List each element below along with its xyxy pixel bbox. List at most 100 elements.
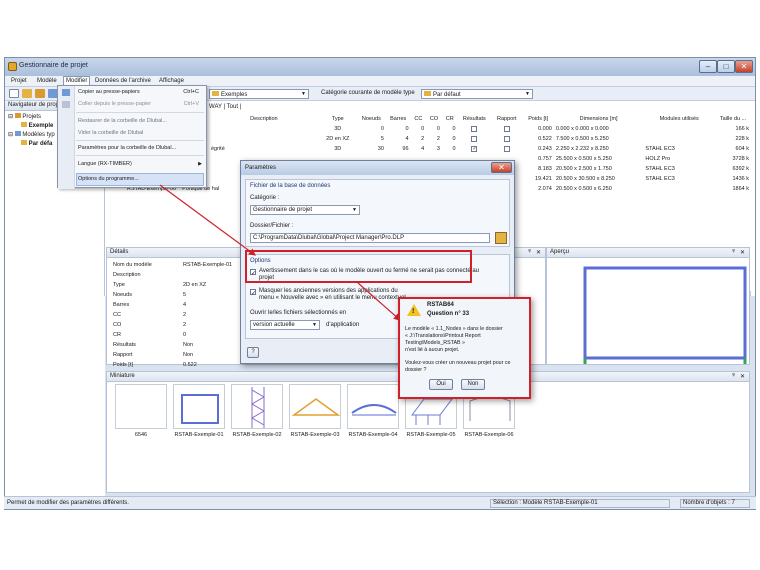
col-co[interactable]: CO (426, 114, 442, 124)
results-checkbox: ✓ (471, 145, 478, 152)
dialog-close-button[interactable]: ✕ (491, 162, 512, 173)
cell-w: 2.074 (538, 186, 552, 192)
thumbnail-2[interactable] (231, 384, 283, 429)
col-resultats[interactable]: Résultats (458, 114, 492, 124)
menu-item-copy[interactable]: Copier au presse-papiers (78, 89, 140, 95)
details-value: Non (183, 342, 194, 348)
cell-w: 0.522 (538, 136, 552, 142)
menu-modele[interactable]: Modèle (37, 78, 57, 84)
cell-size: 1436 k (732, 176, 749, 182)
menu-item-language[interactable]: Langue (RX-TIMBER) (78, 161, 132, 167)
menu-item-paste[interactable]: Coller depuis le presse-papier (78, 101, 151, 107)
report-checkbox (503, 145, 510, 152)
folder-path-input[interactable]: C:\ProgramData\Dlubal\Global\Project Man… (250, 233, 490, 243)
menu-affichage[interactable]: Affichage (159, 78, 184, 84)
details-row: Description (111, 270, 234, 280)
table-row[interactable]: 3D 0 0 0 0 0 0.000 0.000 x 0.000 x 0.000 166 k (209, 124, 751, 134)
cell-co: 3 (436, 146, 440, 152)
col-cr[interactable]: CR (442, 114, 458, 124)
cell-b: 0 (405, 126, 409, 132)
menu-item-program-options[interactable]: Options du programme... (78, 176, 139, 182)
menu-donnees-archive[interactable]: Données de l'archive (95, 78, 151, 84)
preview-panel: Aperçu ᵠ ✕ (546, 247, 750, 365)
tree-item-par-defaut[interactable]: Par défa (21, 140, 52, 147)
cell-dim: 2.250 x 2.232 x 8.250 (555, 146, 609, 152)
chevron-down-icon: ▼ (525, 91, 530, 97)
details-row: CO 2 (111, 320, 234, 330)
chevron-down-icon: ▼ (301, 91, 306, 97)
cell-co: 2 (436, 136, 440, 142)
menu-item-restore-bin[interactable]: Restaurer de la corbeille de Dlubal... (78, 118, 167, 124)
close-button[interactable]: ✕ (735, 60, 753, 73)
col-description[interactable]: Description (209, 114, 319, 124)
details-key: Nom du modèle (113, 262, 152, 268)
close-icon[interactable]: ✕ (536, 249, 541, 256)
option-hide-versions-checkbox[interactable]: ✓ (250, 289, 256, 297)
thumbnail-4[interactable] (347, 384, 399, 429)
col-noeuds[interactable]: Noeuds (357, 114, 386, 124)
portal-frame (583, 266, 747, 360)
col-type[interactable]: Type (319, 114, 357, 124)
col-cc[interactable]: CC (411, 114, 427, 124)
table-row[interactable]: égrité 3D 30 96 4 3 0 ✓ 0.243 2.250 x 2.232 x 8.2… (209, 144, 751, 154)
col-barres[interactable]: Barres (386, 114, 411, 124)
col-dimensions[interactable]: Dimensions [m] (554, 114, 644, 124)
cell-size: 1864 k (732, 186, 749, 192)
model-select[interactable]: Exemples ▼ (209, 89, 309, 99)
close-icon[interactable]: ✕ (740, 249, 745, 256)
open-version-dropdown[interactable]: version actuelle ▼ (250, 320, 320, 330)
pin-icon[interactable]: ᵠ (528, 249, 531, 255)
folder-icon[interactable] (35, 89, 45, 98)
close-icon[interactable]: ✕ (740, 373, 745, 380)
db-file-group: Fichier de la base de données Catégorie … (245, 179, 510, 247)
window-title: Gestionnaire de projet (19, 62, 88, 69)
cell-description: égrité (211, 146, 225, 152)
cell-n: 30 (377, 146, 384, 152)
pin-icon[interactable]: ᵠ (732, 373, 735, 379)
tree-item-modeles-types[interactable]: ⊟ Modèles typ (8, 131, 55, 138)
thumbnail-label: RSTAB-Exemple-01 (174, 432, 224, 438)
open-folder-icon[interactable] (22, 89, 32, 98)
cell-cc: 4 (421, 146, 425, 152)
tree-item-projets[interactable]: ⊟ Projets (8, 113, 41, 120)
category-select[interactable]: Par défaut ▼ (421, 89, 533, 99)
menu-item-bin-settings[interactable]: Paramètres pour la corbeille de Dlubal..… (78, 145, 176, 151)
status-selection: Sélection : Modèle RSTAB-Exemple-01 (490, 499, 670, 508)
cell-size: 604 k (735, 146, 749, 152)
pin-icon[interactable]: ᵠ (732, 249, 735, 255)
col-modules[interactable]: Modules utilisés (643, 114, 715, 124)
category-dropdown[interactable]: Gestionnaire de projet ▼ (250, 205, 360, 215)
maximize-button[interactable]: □ (717, 60, 735, 73)
help-button[interactable]: ? (247, 347, 259, 358)
col-poids[interactable]: Poids [t] (522, 114, 553, 124)
cell-co: 0 (436, 126, 440, 132)
menu-item-empty-bin[interactable]: Vider la corbeille de Dlubal (78, 130, 143, 136)
thumbnail-3[interactable] (289, 384, 341, 429)
col-taille[interactable]: Taille du ... (715, 114, 751, 124)
cell-w: 0.000 (538, 126, 552, 132)
cell-description (209, 124, 319, 134)
cell-cr: 0 (452, 126, 456, 132)
details-row: Noeuds 5 (111, 290, 234, 300)
cell-w: 8.183 (538, 166, 552, 172)
status-text: Permet de modifier des paramètres différ… (7, 500, 129, 506)
thumbnail-label: RSTAB-Exemple-05 (406, 432, 456, 438)
table-row[interactable]: 2D en XZ 5 4 2 2 0 0.522 7.500 x 0.500 x 5.250 2… (209, 134, 751, 144)
tree-item-exemple[interactable]: Exemple (21, 122, 53, 129)
new-icon[interactable] (9, 89, 19, 98)
thumbnail-1[interactable] (173, 384, 225, 429)
cell-dim: 25.500 x 0.500 x 5.250 (555, 156, 612, 162)
browse-folder-icon[interactable] (495, 232, 507, 244)
col-rapport[interactable]: Rapport (491, 114, 522, 124)
details-key: Barres (113, 302, 130, 308)
minimize-button[interactable]: – (699, 60, 717, 73)
report-checkbox (503, 135, 510, 142)
cell-type: 3D (334, 126, 342, 132)
grid-tabs[interactable]: WAY | Tout | (209, 104, 241, 110)
menu-projet[interactable]: Projet (11, 78, 27, 84)
details-value: 5 (183, 292, 187, 298)
cell-description (209, 134, 319, 144)
thumbnail-0[interactable] (115, 384, 167, 429)
cell-w: 0.757 (538, 156, 552, 162)
cell-type: 2D en XZ (326, 136, 350, 142)
